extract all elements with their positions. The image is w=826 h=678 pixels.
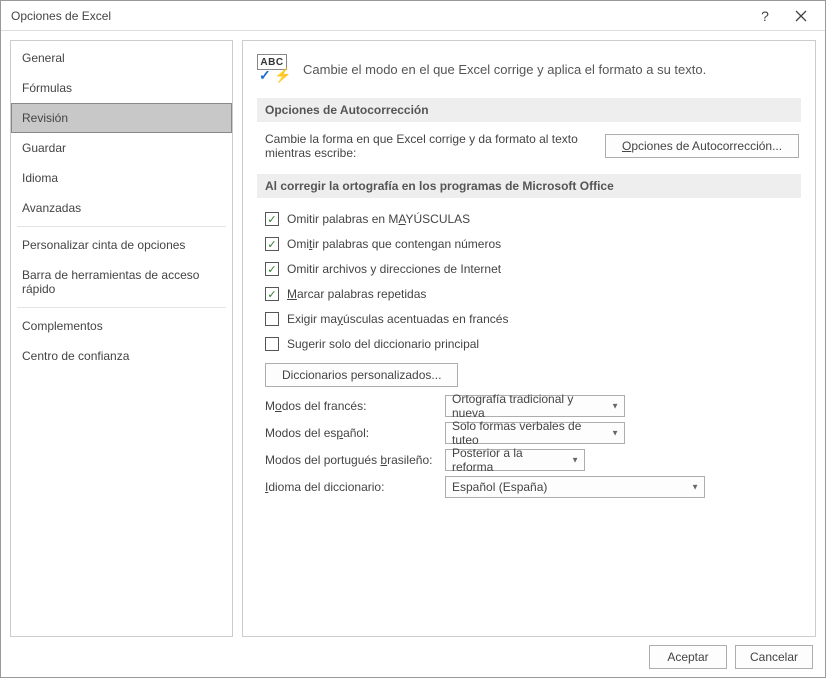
sidebar-item-save[interactable]: Guardar bbox=[11, 133, 232, 163]
checkbox-ignore-numbers[interactable] bbox=[265, 237, 279, 251]
close-icon bbox=[795, 10, 807, 22]
help-button[interactable]: ? bbox=[747, 2, 783, 30]
checkbox-ignore-internet-label[interactable]: Omitir archivos y direcciones de Interne… bbox=[287, 262, 501, 276]
sidebar-item-general[interactable]: General bbox=[11, 43, 232, 73]
sidebar-item-language[interactable]: Idioma bbox=[11, 163, 232, 193]
sidebar-item-trust-center[interactable]: Centro de confianza bbox=[11, 341, 232, 371]
checkbox-main-dict-only[interactable] bbox=[265, 337, 279, 351]
dictionary-language-value: Español (España) bbox=[452, 480, 547, 494]
chevron-down-icon: ▼ bbox=[611, 429, 619, 438]
chevron-down-icon: ▼ bbox=[611, 402, 619, 411]
spanish-modes-select[interactable]: Solo formas verbales de tuteo ▼ bbox=[445, 422, 625, 444]
checkbox-flag-repeated-label[interactable]: Marcar palabras repetidas bbox=[287, 287, 426, 301]
titlebar: Opciones de Excel ? bbox=[1, 1, 825, 31]
dictionary-language-label: Idioma del diccionario: bbox=[265, 480, 445, 494]
checkbox-ignore-uppercase-label[interactable]: Omitir palabras en MAYÚSCULAS bbox=[287, 212, 470, 226]
proofing-icon: ABC ✓ ⚡ bbox=[257, 54, 291, 84]
custom-dictionaries-button[interactable]: Diccionarios personalizados... bbox=[265, 363, 458, 387]
sidebar-item-label: Guardar bbox=[22, 141, 66, 155]
close-button[interactable] bbox=[783, 2, 819, 30]
window-title: Opciones de Excel bbox=[11, 9, 747, 23]
portuguese-modes-select[interactable]: Posterior a la reforma ▼ bbox=[445, 449, 585, 471]
french-modes-label: Modos del francés: bbox=[265, 399, 445, 413]
sidebar-item-label: Centro de confianza bbox=[22, 349, 129, 363]
sidebar: General Fórmulas Revisión Guardar Idioma… bbox=[10, 40, 233, 637]
sidebar-item-label: Complementos bbox=[22, 319, 103, 333]
autocorrect-options-button[interactable]: OOpciones de Autocorrección...pciones de… bbox=[605, 134, 799, 158]
cancel-button[interactable]: Cancelar bbox=[735, 645, 813, 669]
sidebar-item-label: Fórmulas bbox=[22, 81, 72, 95]
checkbox-french-accented-label[interactable]: Exigir mayúsculas acentuadas en francés bbox=[287, 312, 508, 326]
spanish-modes-label: Modos del español: bbox=[265, 426, 445, 440]
portuguese-modes-label: Modos del portugués brasileño: bbox=[265, 453, 445, 467]
checkbox-main-dict-only-label[interactable]: Sugerir solo del diccionario principal bbox=[287, 337, 479, 351]
sidebar-item-advanced[interactable]: Avanzadas bbox=[11, 193, 232, 223]
sidebar-item-customize-ribbon[interactable]: Personalizar cinta de opciones bbox=[11, 230, 232, 260]
sidebar-item-label: Barra de herramientas de acceso rápido bbox=[22, 268, 199, 296]
page-intro: Cambie el modo en el que Excel corrige y… bbox=[303, 62, 706, 77]
portuguese-modes-value: Posterior a la reforma bbox=[452, 446, 564, 474]
section-autocorrect-header: Opciones de Autocorrección bbox=[257, 98, 801, 122]
sidebar-item-formulas[interactable]: Fórmulas bbox=[11, 73, 232, 103]
ok-button[interactable]: Aceptar bbox=[649, 645, 727, 669]
french-modes-value: Ortografía tradicional y nueva bbox=[452, 392, 604, 420]
sidebar-separator bbox=[17, 226, 226, 227]
sidebar-item-label: Personalizar cinta de opciones bbox=[22, 238, 185, 252]
checkbox-ignore-numbers-label[interactable]: Omitir palabras que contengan números bbox=[287, 237, 501, 251]
chevron-down-icon: ▼ bbox=[691, 483, 699, 492]
autocorrect-description: Cambie la forma en que Excel corrige y d… bbox=[265, 132, 585, 160]
spanish-modes-value: Solo formas verbales de tuteo bbox=[452, 419, 604, 447]
chevron-down-icon: ▼ bbox=[571, 456, 579, 465]
sidebar-item-quick-access[interactable]: Barra de herramientas de acceso rápido bbox=[11, 260, 232, 304]
dictionary-language-select[interactable]: Español (España) ▼ bbox=[445, 476, 705, 498]
sidebar-item-proofing[interactable]: Revisión bbox=[11, 103, 232, 133]
sidebar-item-label: General bbox=[22, 51, 65, 65]
sidebar-item-label: Avanzadas bbox=[22, 201, 81, 215]
sidebar-separator bbox=[17, 307, 226, 308]
checkbox-flag-repeated[interactable] bbox=[265, 287, 279, 301]
sidebar-item-label: Revisión bbox=[22, 111, 68, 125]
dialog-footer: Aceptar Cancelar bbox=[1, 637, 825, 677]
checkbox-ignore-internet[interactable] bbox=[265, 262, 279, 276]
main-panel: ABC ✓ ⚡ Cambie el modo en el que Excel c… bbox=[242, 40, 816, 637]
french-modes-select[interactable]: Ortografía tradicional y nueva ▼ bbox=[445, 395, 625, 417]
sidebar-item-addins[interactable]: Complementos bbox=[11, 311, 232, 341]
checkbox-french-accented[interactable] bbox=[265, 312, 279, 326]
sidebar-item-label: Idioma bbox=[22, 171, 58, 185]
checkbox-ignore-uppercase[interactable] bbox=[265, 212, 279, 226]
section-spelling-header: Al corregir la ortografía en los program… bbox=[257, 174, 801, 198]
